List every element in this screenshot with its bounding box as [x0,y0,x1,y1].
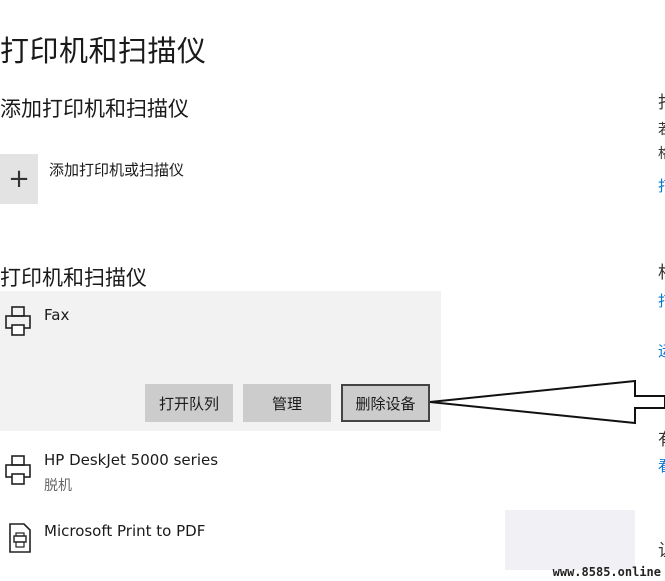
related-link[interactable]: 打 [658,290,665,311]
related-link[interactable]: 运 [658,340,665,361]
add-printer-label[interactable]: 添加打印机或扫描仪 [49,159,184,180]
remove-device-button[interactable]: 删除设备 [341,384,430,422]
annotation-arrow [429,379,665,425]
manage-button[interactable]: 管理 [243,384,331,422]
add-section-title: 添加打印机和扫描仪 [0,97,189,121]
printer-icon [5,306,31,336]
pdf-printer-icon [9,523,31,553]
related-heading: 有 [658,425,665,450]
related-link[interactable]: 看 [658,455,665,476]
blur-overlay [505,510,635,570]
add-printer-button[interactable]: + [0,154,38,204]
watermark: www.8585.online [552,565,661,579]
related-link[interactable]: 打 [658,175,665,196]
device-name: Fax [44,306,70,324]
device-name: Microsoft Print to PDF [44,522,206,540]
related-heading: 让 [658,536,665,561]
device-name: HP DeskJet 5000 series [44,451,219,469]
device-item-pdf[interactable] [0,512,441,570]
printer-icon [5,455,31,485]
open-queue-button[interactable]: 打开队列 [145,384,233,422]
page-title: 打印机和扫描仪 [0,34,207,68]
plus-icon: + [8,164,30,194]
related-text: 格 [658,143,665,163]
related-heading: 相 [658,258,665,283]
device-status: 脱机 [44,478,72,494]
related-settings-heading: 打 [658,88,665,113]
related-text: 若 [658,119,665,139]
devices-section-title: 打印机和扫描仪 [0,266,147,290]
